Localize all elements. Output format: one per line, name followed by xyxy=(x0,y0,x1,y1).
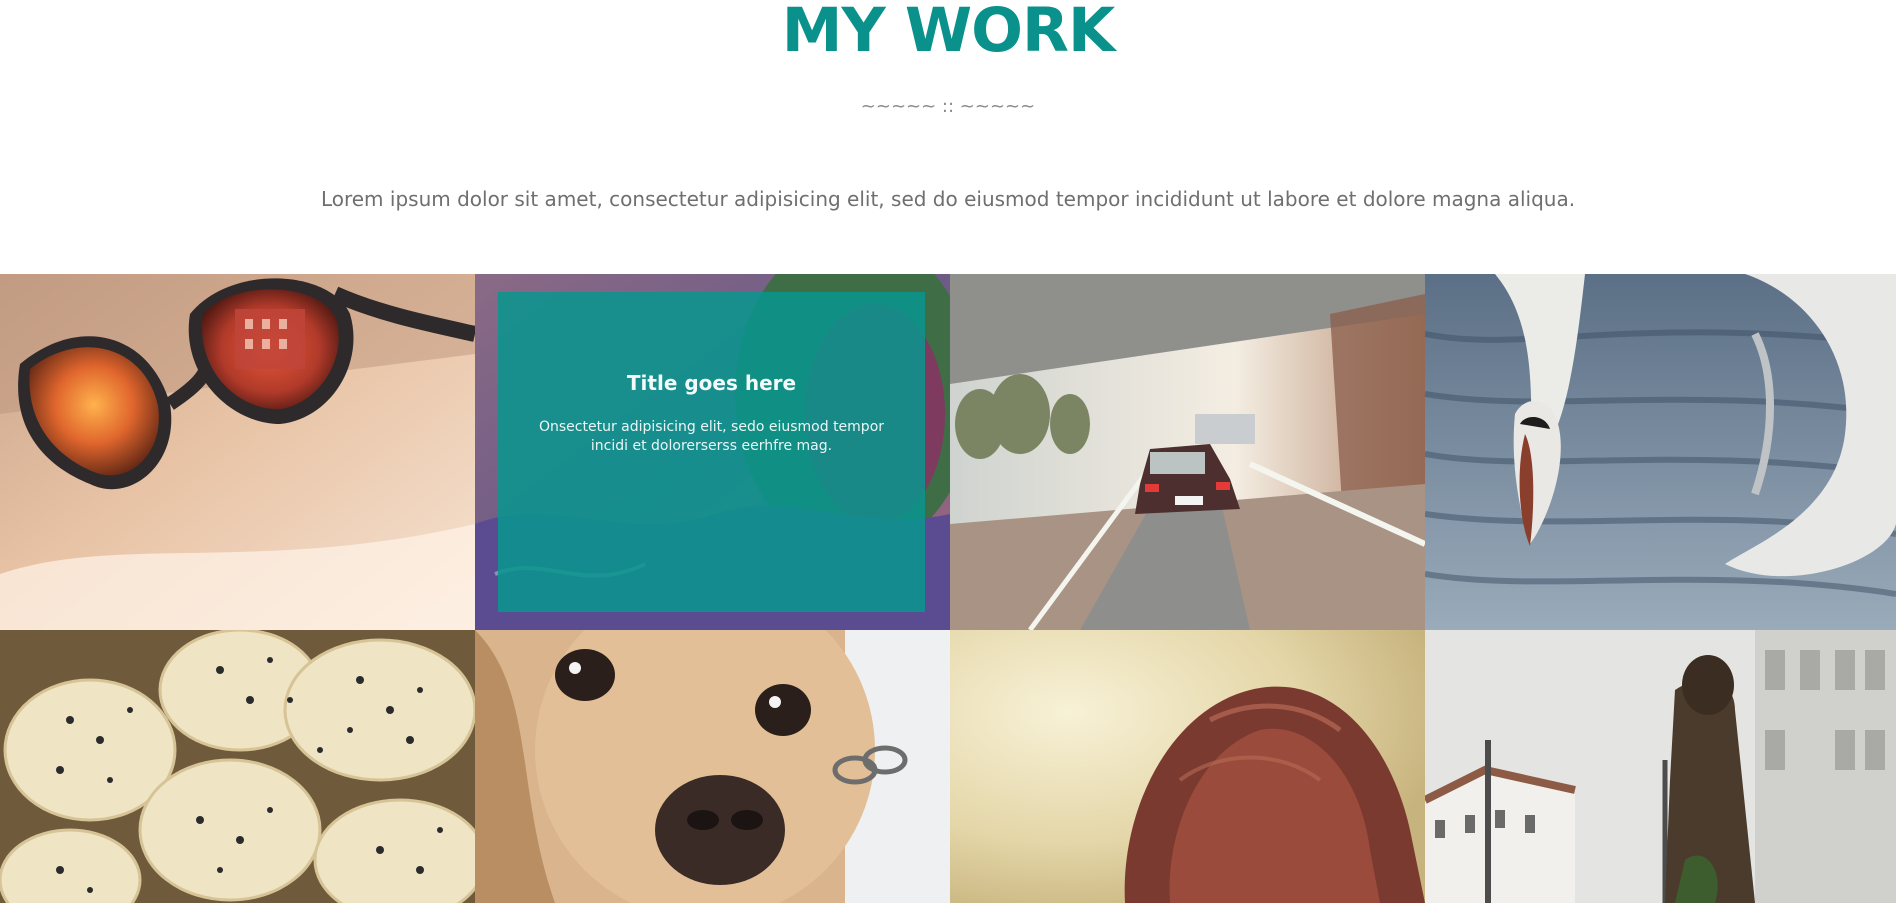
overlay-title: Title goes here xyxy=(626,371,797,395)
portfolio-hover-overlay[interactable]: Title goes here Onsectetur adipisicing e… xyxy=(498,292,925,612)
portfolio-item-swan[interactable] xyxy=(1425,274,1896,630)
overlay-description: Onsectetur adipisicing elit, sedo eiusmo… xyxy=(538,419,885,454)
portfolio-item-street[interactable] xyxy=(1425,630,1896,903)
car-tunnel-image xyxy=(950,274,1425,630)
intro-text: Lorem ipsum dolor sit amet, consectetur … xyxy=(320,187,1576,211)
red-hair-image xyxy=(950,630,1425,903)
swan-image xyxy=(1425,274,1896,630)
portfolio-item-dog[interactable] xyxy=(475,630,950,903)
banana-chia-image xyxy=(0,630,475,903)
portfolio-grid: Title goes here Onsectetur adipisicing e… xyxy=(0,274,1896,903)
portfolio-item-hair[interactable] xyxy=(950,630,1425,903)
sunglasses-image xyxy=(0,274,475,630)
title-divider: ~~~~~ :: ~~~~~ xyxy=(860,96,1036,117)
section-header: MY WORK ~~~~~ :: ~~~~~ Lorem ipsum dolor… xyxy=(0,0,1896,274)
portfolio-item-car[interactable] xyxy=(950,274,1425,630)
portfolio-item-sunglasses[interactable] xyxy=(0,274,475,630)
dog-image xyxy=(475,630,950,903)
page-title: MY WORK xyxy=(781,0,1116,66)
portfolio-item-featured[interactable]: Title goes here Onsectetur adipisicing e… xyxy=(475,274,950,630)
woman-street-image xyxy=(1425,630,1896,903)
portfolio-item-banana[interactable] xyxy=(0,630,475,903)
